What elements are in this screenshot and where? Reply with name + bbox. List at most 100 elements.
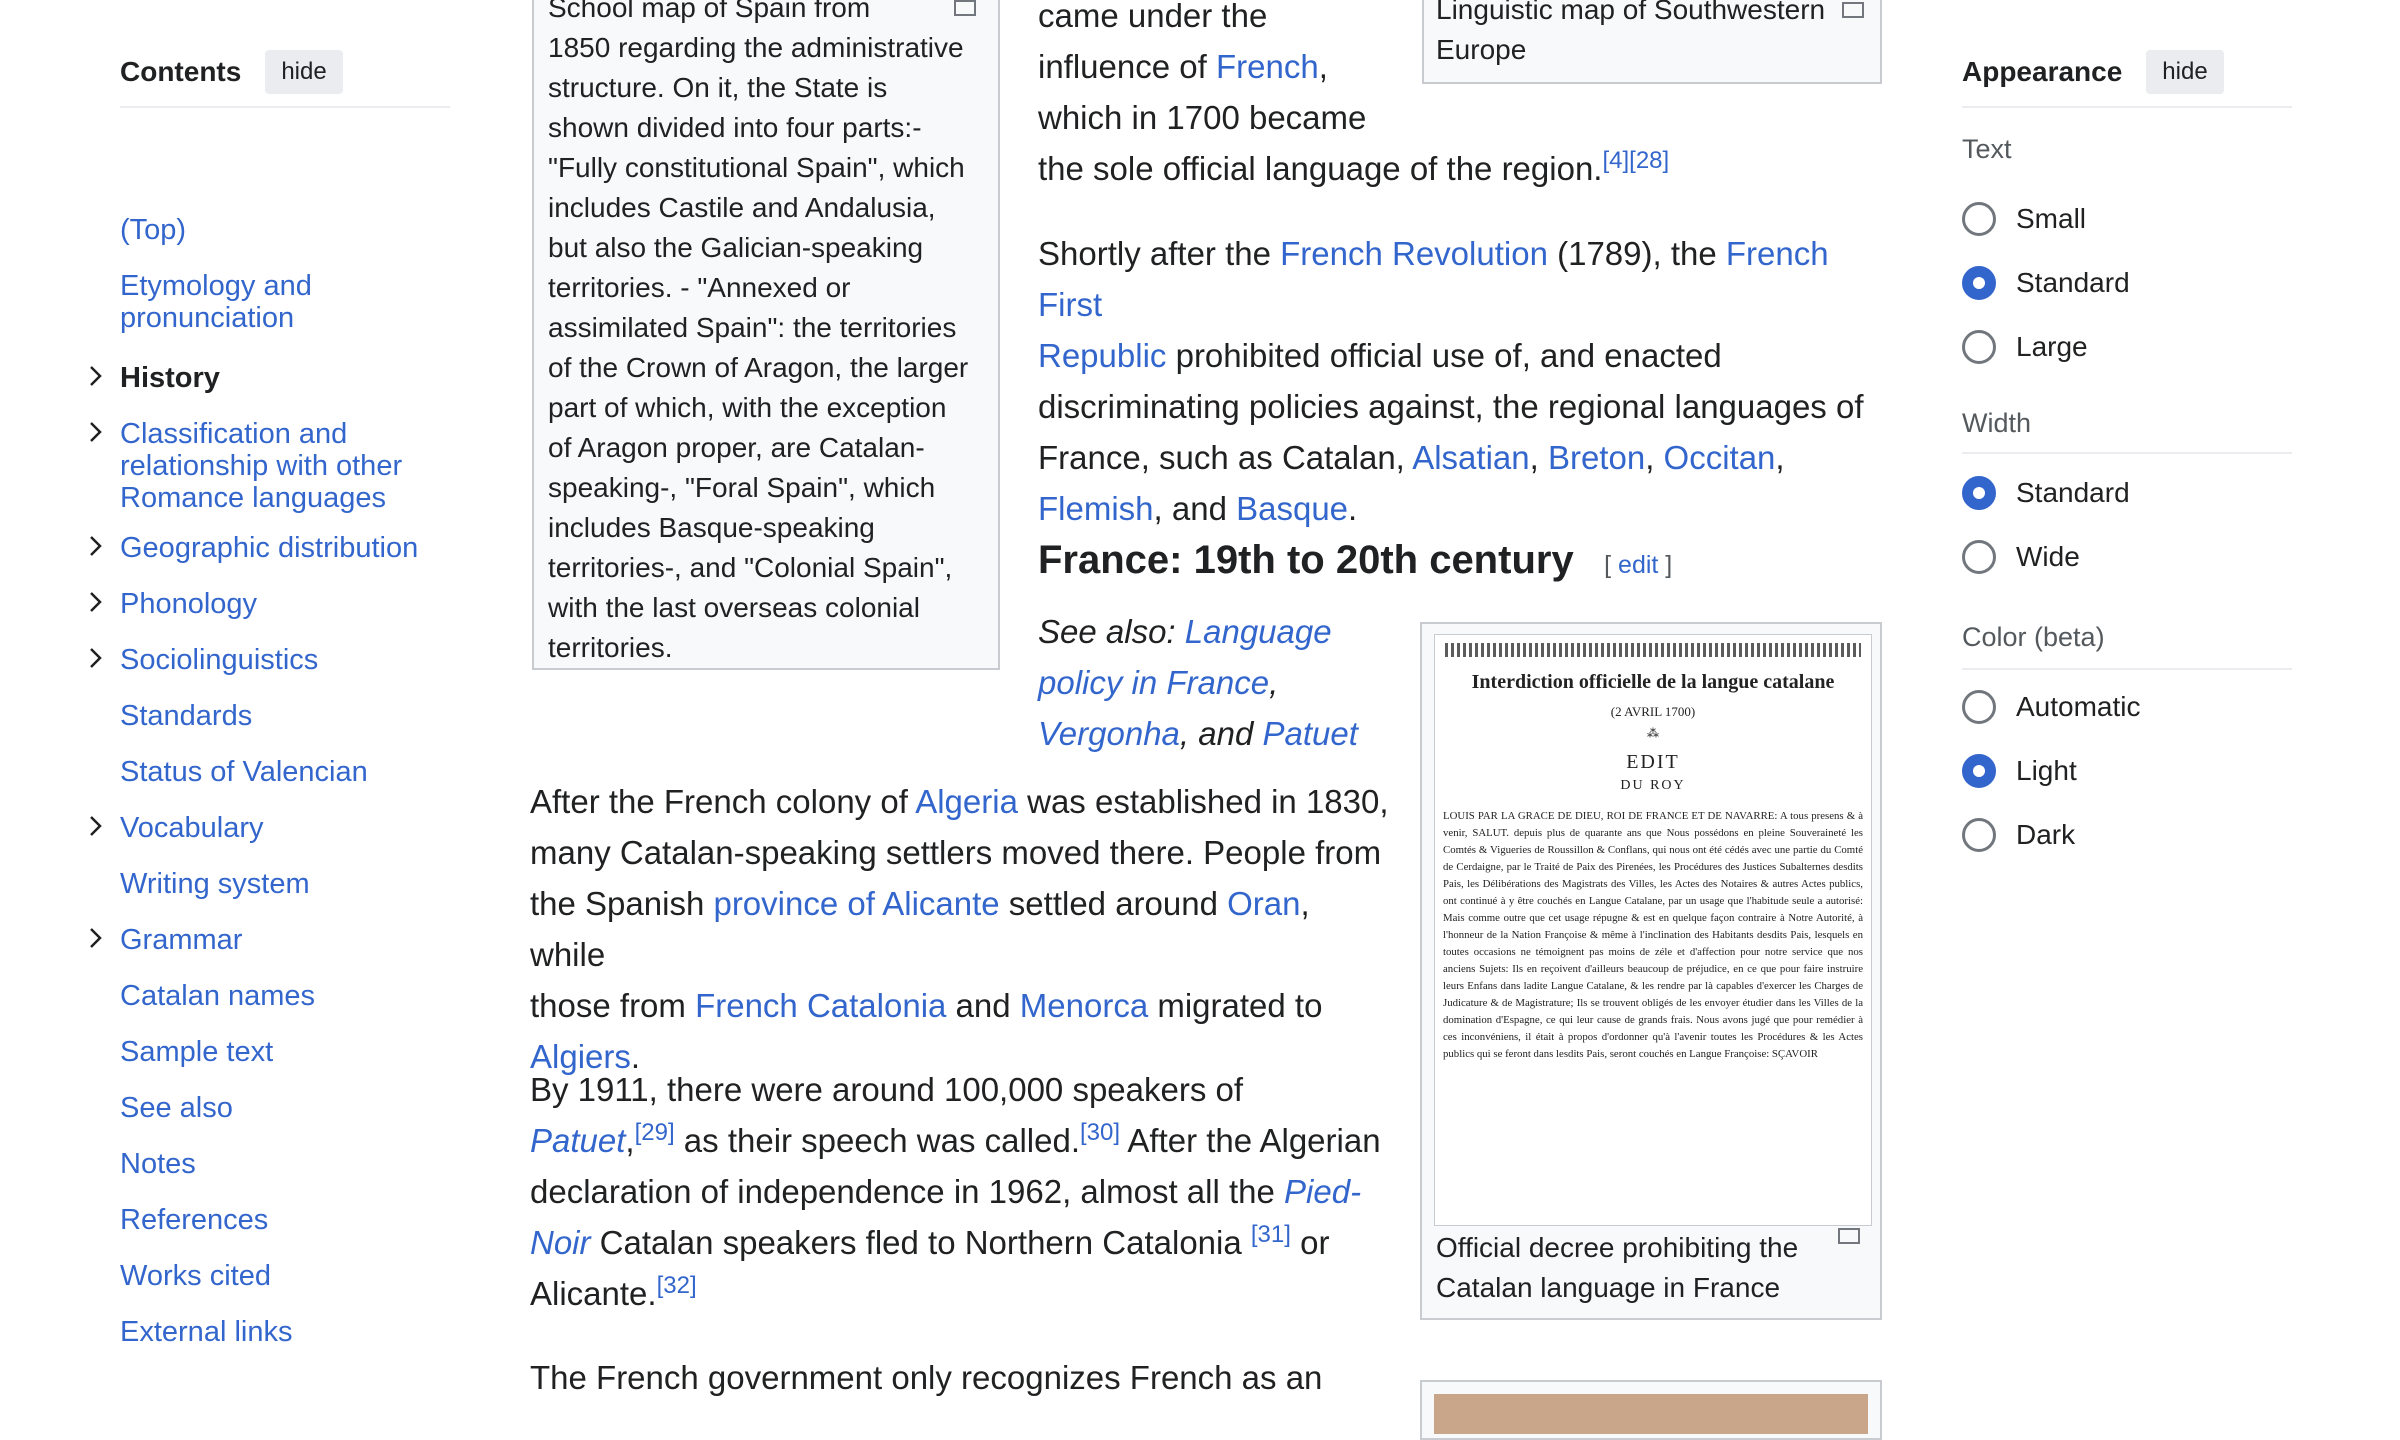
toc-item-label[interactable]: Vocabulary — [120, 812, 264, 844]
width-option-standard[interactable]: Standard — [1962, 476, 2130, 510]
toc-item-writing-system[interactable]: Writing system — [120, 868, 420, 900]
chevron-right-icon[interactable] — [86, 812, 112, 844]
chevron-right-icon[interactable] — [86, 532, 112, 564]
toc-item-works-cited[interactable]: Works cited — [120, 1260, 420, 1292]
text: France, such as Catalan, — [1038, 439, 1413, 476]
appearance-hide-button[interactable]: hide — [2146, 50, 2224, 94]
link-french[interactable]: French — [1216, 48, 1319, 85]
toc-item-label[interactable]: Catalan names — [120, 980, 315, 1012]
ref-31[interactable]: [31] — [1251, 1221, 1291, 1248]
toc-item-label[interactable]: History — [120, 362, 220, 394]
edit-link[interactable]: edit — [1618, 551, 1658, 579]
link-language-policy[interactable]: policy in France — [1038, 664, 1269, 701]
toc-item-external-links[interactable]: External links — [120, 1316, 420, 1348]
color-option-automatic[interactable]: Automatic — [1962, 690, 2141, 724]
radio-button[interactable] — [1962, 476, 1996, 510]
toc-item-standards[interactable]: Standards — [120, 700, 420, 732]
chevron-right-icon[interactable] — [86, 588, 112, 620]
toc-item-label[interactable]: Status of Valencian — [120, 756, 368, 788]
link-vergonha[interactable]: Vergonha — [1038, 715, 1180, 752]
toc-item-grammar[interactable]: Grammar — [90, 924, 420, 956]
toc-item-label[interactable]: Works cited — [120, 1260, 271, 1292]
text: Catalan speakers fled to Northern Catalo… — [590, 1224, 1251, 1261]
link-basque[interactable]: Basque — [1236, 490, 1348, 527]
link-french-catalonia[interactable]: French Catalonia — [695, 987, 946, 1024]
radio-label: Large — [2016, 331, 2088, 362]
toc-item-label[interactable]: Sociolinguistics — [120, 644, 318, 676]
radio-button[interactable] — [1962, 690, 1996, 724]
ref-32[interactable]: [32] — [657, 1272, 697, 1299]
text-size-option-large[interactable]: Large — [1962, 330, 2088, 364]
toc-item-etymology-and-pronunciation[interactable]: Etymology and pronunciation — [120, 270, 420, 334]
toc-item-catalan-names[interactable]: Catalan names — [120, 980, 420, 1012]
link-patuet[interactable]: Patuet — [530, 1122, 625, 1159]
chevron-right-icon[interactable] — [86, 418, 112, 450]
radio-button[interactable] — [1962, 202, 1996, 236]
link-patuet[interactable]: Patuet — [1262, 715, 1357, 752]
link-french-revolution[interactable]: French Revolution — [1280, 235, 1548, 272]
link-breton[interactable]: Breton — [1548, 439, 1645, 476]
link-algeria[interactable]: Algeria — [915, 783, 1018, 820]
radio-button[interactable] — [1962, 330, 1996, 364]
link-language-policy[interactable]: Language — [1185, 613, 1332, 650]
link-occitan[interactable]: Occitan — [1664, 439, 1776, 476]
chevron-right-icon[interactable] — [86, 644, 112, 676]
radio-button[interactable] — [1962, 818, 1996, 852]
color-option-dark[interactable]: Dark — [1962, 818, 2075, 852]
toc-item-classification-and-relationship-with-other-romance-languages[interactable]: Classification and relationship with oth… — [90, 418, 420, 514]
toc-item-label[interactable]: (Top) — [120, 214, 186, 246]
ref-28[interactable]: [28] — [1629, 147, 1669, 174]
toc-item-vocabulary[interactable]: Vocabulary — [90, 812, 420, 844]
radio-button[interactable] — [1962, 266, 1996, 300]
link-alsatian[interactable]: Alsatian — [1412, 439, 1529, 476]
text-size-option-standard[interactable]: Standard — [1962, 266, 2130, 300]
radio-button[interactable] — [1962, 540, 1996, 574]
toc-item-status-of-valencian[interactable]: Status of Valencian — [120, 756, 420, 788]
toc-item-label[interactable]: Etymology and pronunciation — [120, 270, 312, 334]
paragraph-french-influence: came under the influence of French, whic… — [1038, 0, 1738, 194]
link-french-first-republic[interactable]: Republic — [1038, 337, 1166, 374]
toc-item-history[interactable]: History — [90, 362, 420, 394]
enlarge-icon[interactable] — [1838, 1228, 1860, 1244]
link-pied-noir[interactable]: Pied- — [1284, 1173, 1361, 1210]
ref-29[interactable]: [29] — [635, 1119, 675, 1146]
toc-item-label[interactable]: Geographic distribution — [120, 532, 418, 564]
toc-item-label[interactable]: References — [120, 1204, 268, 1236]
link-pied-noir[interactable]: Noir — [530, 1224, 591, 1261]
ref-4[interactable]: [4] — [1602, 147, 1629, 174]
toc-item-sample-text[interactable]: Sample text — [120, 1036, 420, 1068]
toc-item-see-also[interactable]: See also — [120, 1092, 420, 1124]
toc-item-label[interactable]: See also — [120, 1092, 233, 1124]
toc-item-label[interactable]: Grammar — [120, 924, 242, 956]
toc-item-label[interactable]: Classification and relationship with oth… — [120, 418, 402, 514]
link-menorca[interactable]: Menorca — [1020, 987, 1148, 1024]
text-size-option-small[interactable]: Small — [1962, 202, 2086, 236]
caption-line: of the Crown of Aragon, the larger — [548, 352, 969, 383]
link-oran[interactable]: Oran — [1227, 885, 1300, 922]
toc-item-top[interactable]: (Top) — [120, 214, 420, 246]
toc-item-notes[interactable]: Notes — [120, 1148, 420, 1180]
color-option-light[interactable]: Light — [1962, 754, 2077, 788]
toc-item-label[interactable]: Notes — [120, 1148, 196, 1180]
caption-line: territories. - "Annexed or — [548, 272, 851, 303]
toc-item-label[interactable]: Sample text — [120, 1036, 273, 1068]
toc-item-label[interactable]: Standards — [120, 700, 252, 732]
link-province-of-alicante[interactable]: province of Alicante — [713, 885, 999, 922]
toc-item-phonology[interactable]: Phonology — [90, 588, 420, 620]
chevron-right-icon[interactable] — [86, 362, 112, 394]
toc-item-label[interactable]: Writing system — [120, 868, 310, 900]
toc-item-sociolinguistics[interactable]: Sociolinguistics — [90, 644, 420, 676]
decree-image[interactable]: Interdiction officielle de la langue cat… — [1434, 634, 1872, 1226]
chevron-right-icon[interactable] — [86, 924, 112, 956]
radio-button[interactable] — [1962, 754, 1996, 788]
toc-hide-button[interactable]: hide — [265, 50, 343, 94]
toc-item-label[interactable]: External links — [120, 1316, 292, 1348]
ref-30[interactable]: [30] — [1080, 1119, 1120, 1146]
width-option-wide[interactable]: Wide — [1962, 540, 2080, 574]
link-flemish[interactable]: Flemish — [1038, 490, 1154, 527]
caption-line: Catalan language in France — [1436, 1272, 1781, 1303]
toc-item-label[interactable]: Phonology — [120, 588, 257, 620]
text: the Spanish — [530, 885, 714, 922]
toc-item-geographic-distribution[interactable]: Geographic distribution — [90, 532, 420, 564]
toc-item-references[interactable]: References — [120, 1204, 420, 1236]
